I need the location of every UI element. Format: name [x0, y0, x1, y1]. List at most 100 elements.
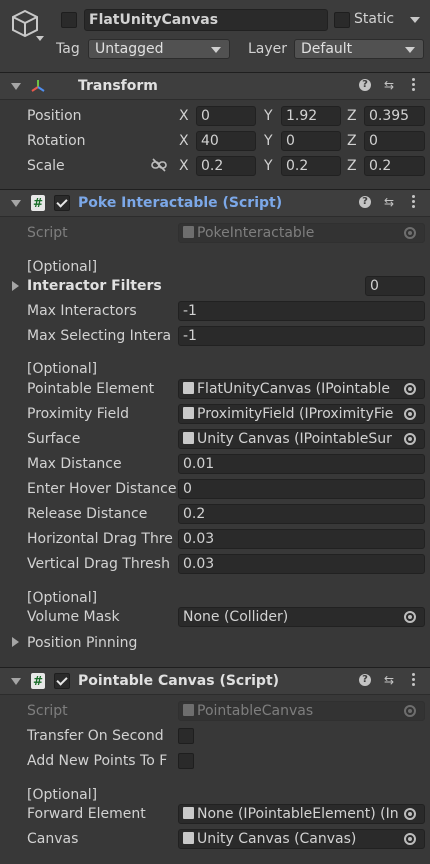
poke-enabled-toggle[interactable] [54, 195, 70, 211]
object-picker-icon[interactable] [404, 383, 416, 395]
context-menu-icon[interactable] [412, 78, 415, 93]
object-picker-icon[interactable] [404, 433, 416, 445]
surface-label: Surface [27, 431, 81, 447]
add-new-points-checkbox[interactable] [178, 753, 194, 769]
help-icon[interactable]: ? [359, 79, 371, 91]
max-distance-field[interactable]: 0.01 [178, 454, 425, 474]
transform-icon [31, 80, 45, 92]
gameobject-cube-icon[interactable] [10, 8, 40, 38]
canvas-script-value: PointableCanvas [197, 703, 314, 719]
transfer-on-second-checkbox[interactable] [178, 728, 194, 744]
constrain-proportions-icon[interactable] [151, 158, 167, 172]
script-asset-icon [183, 704, 194, 716]
poke-script-label: Script [27, 225, 68, 241]
active-toggle[interactable] [61, 12, 77, 28]
enter-hover-distance-label: Enter Hover Distance [27, 481, 176, 497]
presets-icon[interactable]: ⇆ [382, 672, 396, 688]
position-z-axis[interactable]: Z [347, 106, 357, 126]
pointable-canvas-header[interactable]: # Pointable Canvas (Script) ? ⇆ [0, 667, 430, 695]
component-icon [183, 382, 194, 394]
volume-mask-field[interactable]: None (Collider) [178, 607, 425, 627]
release-distance-label: Release Distance [27, 506, 148, 522]
scale-z-field[interactable]: 0.2 [364, 156, 425, 176]
add-new-points-label: Add New Points To F [27, 753, 168, 769]
rotation-y-axis[interactable]: Y [264, 131, 273, 151]
enter-hover-distance-field[interactable]: 0 [178, 479, 425, 499]
static-toggle[interactable] [334, 12, 350, 28]
surface-field[interactable]: Unity Canvas (IPointableSur [178, 429, 425, 449]
max-selecting-field[interactable]: -1 [178, 326, 425, 346]
script-icon: # [31, 673, 45, 689]
proximity-field-label: Proximity Field [27, 406, 130, 422]
component-icon [183, 407, 194, 419]
chevron-down-icon [211, 47, 221, 53]
object-picker-icon[interactable] [404, 833, 416, 845]
poke-interactable-header[interactable]: # Poke Interactable (Script) ? ⇆ [0, 189, 430, 217]
scale-z-axis[interactable]: Z [347, 156, 357, 176]
rotation-z-axis[interactable]: Z [347, 131, 357, 151]
presets-icon[interactable]: ⇆ [382, 194, 396, 210]
position-x-axis[interactable]: X [179, 106, 189, 126]
canvas-field[interactable]: Unity Canvas (Canvas) [178, 829, 425, 849]
horizontal-drag-threshold-field[interactable]: 0.03 [178, 529, 425, 549]
foldout-expanded-icon[interactable] [11, 200, 21, 207]
interactor-filters-size-field[interactable]: 0 [365, 276, 425, 296]
layer-dropdown[interactable]: Default [294, 39, 424, 59]
object-picker-icon[interactable] [404, 408, 416, 420]
rotation-y-field[interactable]: 0 [281, 131, 341, 151]
poke-script-value: PokeInteractable [197, 225, 315, 241]
rotation-x-axis[interactable]: X [179, 131, 189, 151]
max-interactors-label: Max Interactors [27, 303, 137, 319]
forward-element-field[interactable]: None (IPointableElement) (In [178, 804, 425, 824]
forward-element-label: Forward Element [27, 806, 146, 822]
release-distance-field[interactable]: 0.2 [178, 504, 425, 524]
static-label: Static [354, 11, 395, 27]
rotation-label: Rotation [27, 133, 86, 149]
context-menu-icon[interactable] [412, 195, 415, 210]
max-interactors-field[interactable]: -1 [178, 301, 425, 321]
object-picker-icon[interactable] [404, 808, 416, 820]
position-y-axis[interactable]: Y [264, 106, 273, 126]
scale-x-field[interactable]: 0.2 [196, 156, 256, 176]
canvas-script-field: PointableCanvas [178, 701, 425, 721]
position-pinning-label[interactable]: Position Pinning [27, 633, 137, 653]
interactor-filters-label[interactable]: Interactor Filters [27, 276, 162, 296]
pointable-element-field[interactable]: FlatUnityCanvas (IPointable [178, 379, 425, 399]
canvas-script-label: Script [27, 703, 68, 719]
foldout-collapsed-icon[interactable] [12, 637, 19, 647]
help-icon[interactable]: ? [359, 196, 371, 208]
foldout-collapsed-icon[interactable] [12, 281, 19, 291]
scale-y-axis[interactable]: Y [264, 156, 273, 176]
max-selecting-label: Max Selecting Intera [27, 328, 172, 344]
scale-x-axis[interactable]: X [179, 156, 189, 176]
proximity-field-field[interactable]: ProximityField (IProximityFie [178, 404, 425, 424]
tag-dropdown[interactable]: Untagged [88, 39, 230, 59]
scale-y-field[interactable]: 0.2 [281, 156, 341, 176]
object-picker-icon [404, 705, 416, 717]
icon-dropdown-arrow-icon[interactable] [36, 36, 44, 41]
transform-header[interactable]: Transform ? ⇆ [0, 72, 430, 100]
context-menu-icon[interactable] [412, 673, 415, 688]
position-y-field[interactable]: 1.92 [281, 106, 341, 126]
vertical-drag-threshold-field[interactable]: 0.03 [178, 554, 425, 574]
pointable-element-value: FlatUnityCanvas (IPointable [197, 381, 390, 397]
help-icon[interactable]: ? [359, 674, 371, 686]
object-picker-icon[interactable] [404, 611, 416, 623]
static-dropdown-arrow-icon[interactable] [410, 17, 420, 23]
canvas-value: Unity Canvas (Canvas) [197, 831, 357, 847]
tag-value: Untagged [95, 41, 164, 57]
layer-value: Default [301, 41, 353, 57]
canvas-component-icon [183, 832, 194, 844]
script-asset-icon [183, 226, 194, 238]
foldout-expanded-icon[interactable] [11, 678, 21, 685]
foldout-expanded-icon[interactable] [11, 83, 21, 90]
rotation-z-field[interactable]: 0 [364, 131, 425, 151]
position-x-field[interactable]: 0 [196, 106, 256, 126]
gameobject-name-input[interactable]: FlatUnityCanvas [84, 9, 328, 31]
gameobject-header: FlatUnityCanvas Static Tag Untagged Laye… [0, 0, 430, 73]
canvas-enabled-toggle[interactable] [54, 673, 70, 689]
position-z-field[interactable]: 0.395 [364, 106, 425, 126]
transform-title: Transform [78, 78, 158, 94]
rotation-x-field[interactable]: 40 [196, 131, 256, 151]
presets-icon[interactable]: ⇆ [382, 77, 396, 93]
